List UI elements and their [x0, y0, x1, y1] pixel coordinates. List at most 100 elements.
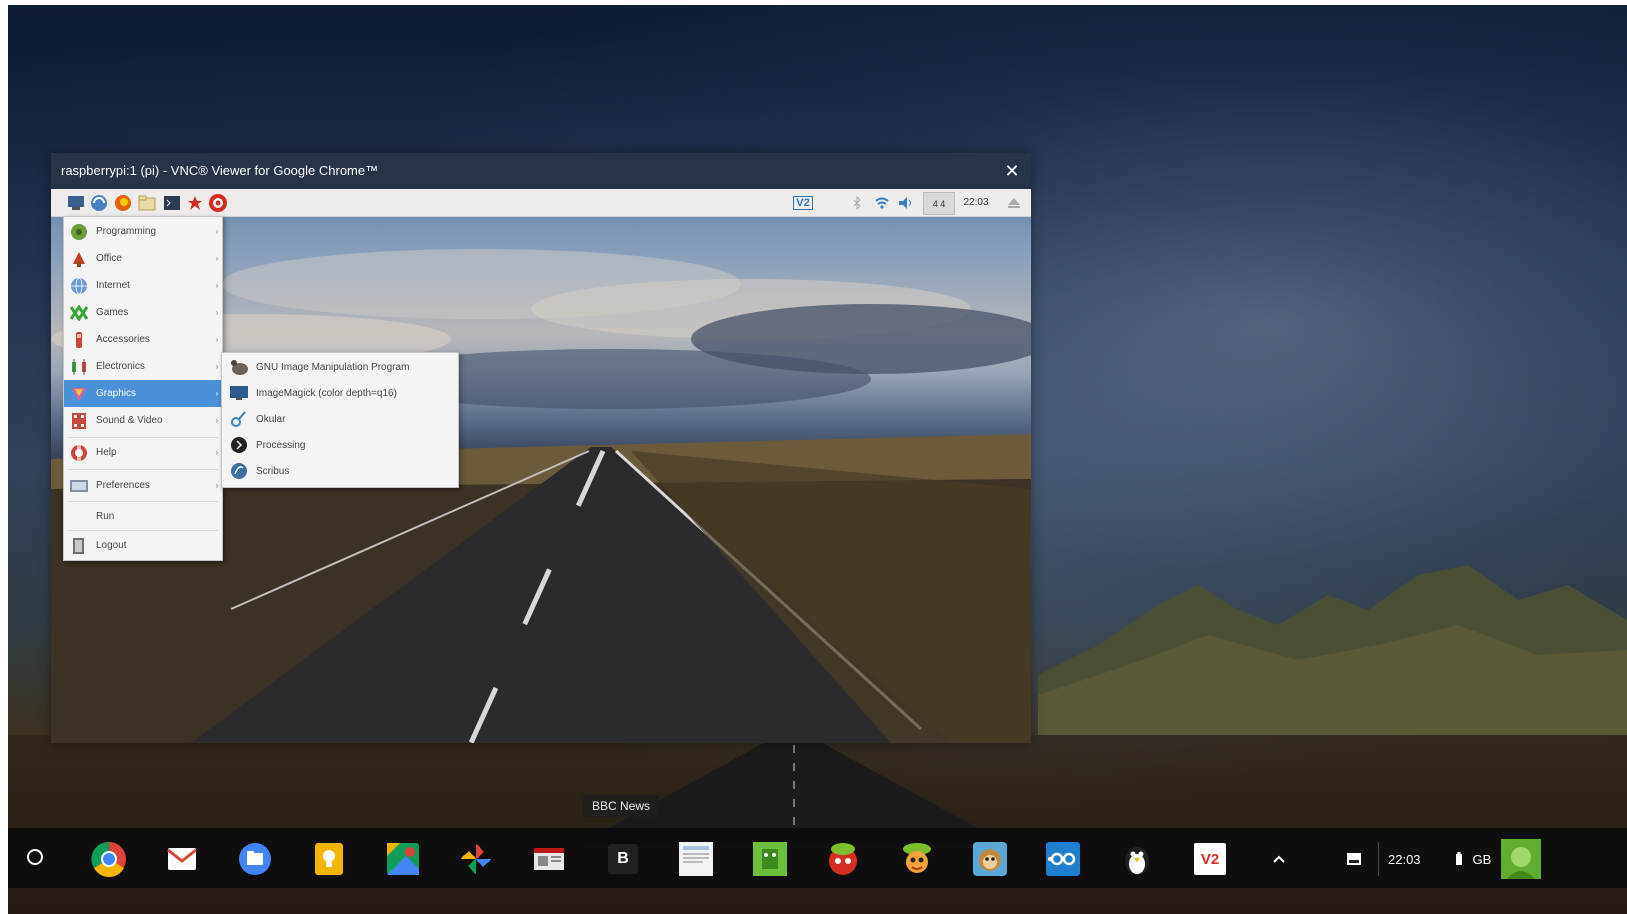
window-titlebar[interactable]: raspberrypi:1 (pi) - VNC® Viewer for Goo…: [51, 153, 1031, 189]
shelf-app-monkey-game[interactable]: [969, 838, 1011, 880]
volume-tray-button[interactable]: [897, 192, 915, 213]
gmail-icon: [167, 848, 197, 870]
run-icon-placeholder: [68, 506, 90, 528]
shelf-app-keep[interactable]: [308, 838, 350, 880]
graphics-submenu: GNU Image Manipulation Program ImageMagi…: [221, 352, 459, 488]
menu-item-sound-video[interactable]: Sound & Video ›: [64, 407, 222, 434]
submenu-item-imagemagick[interactable]: ImageMagick (color depth=q16): [222, 380, 458, 406]
shelf-overflow-button[interactable]: [1263, 838, 1295, 880]
battery-icon: [1455, 852, 1462, 865]
shelf-app-character-game[interactable]: [896, 838, 938, 880]
wifi-icon: [1430, 856, 1438, 864]
menu-separator: [68, 530, 218, 531]
submenu-item-label: Processing: [256, 439, 306, 451]
accessories-icon: [68, 329, 90, 351]
close-button[interactable]: ✕: [999, 158, 1025, 184]
keyboard-layout: GB: [1472, 851, 1492, 867]
menu-item-graphics[interactable]: Graphics ›: [64, 380, 222, 407]
menu-item-internet[interactable]: Internet ›: [64, 272, 222, 299]
scribus-icon: [228, 460, 250, 482]
menu-item-accessories[interactable]: Accessories ›: [64, 326, 222, 353]
menu-item-preferences[interactable]: Preferences ›: [64, 472, 222, 499]
shelf-app-red-game[interactable]: [822, 838, 864, 880]
vnc-viewer-icon: V2: [1194, 843, 1226, 875]
shelf-app-photos[interactable]: [455, 838, 497, 880]
chromeos-desktop: raspberrypi:1 (pi) - VNC® Viewer for Goo…: [8, 5, 1627, 914]
menu-separator: [68, 469, 218, 470]
mathematica-launcher[interactable]: [207, 192, 229, 213]
firefox-launcher[interactable]: [112, 192, 134, 213]
shelf-app-files[interactable]: [234, 838, 276, 880]
wolfram-launcher[interactable]: [184, 192, 206, 213]
vnc-tray-button[interactable]: V2: [791, 192, 815, 213]
bluetooth-icon: [853, 195, 861, 210]
infinity-app-icon: [1046, 842, 1080, 876]
shelf-app-green-game[interactable]: [749, 838, 791, 880]
file-manager-launcher[interactable]: [136, 192, 158, 213]
programming-icon: [68, 221, 90, 243]
graphics-icon: [68, 383, 90, 405]
wallpaper-mountains: [1038, 565, 1627, 735]
keyboard-icon: [1347, 853, 1361, 865]
menu-icon: [68, 195, 84, 210]
window-title: raspberrypi:1 (pi) - VNC® Viewer for Goo…: [61, 163, 379, 178]
imagemagick-icon: [228, 382, 250, 404]
b-app-glyph: B: [617, 850, 629, 867]
menu-item-logout[interactable]: Logout: [64, 532, 222, 559]
logout-icon: [68, 535, 90, 557]
menu-item-programming[interactable]: Programming ›: [64, 218, 222, 245]
menu-item-electronics[interactable]: Electronics ›: [64, 353, 222, 380]
shelf-app-maps[interactable]: [382, 838, 424, 880]
remote-desktop[interactable]: V2 4 4 22:03 Programming › Office › Inte…: [51, 189, 1031, 743]
shelf-app-gmail[interactable]: [161, 838, 203, 880]
internet-icon: [68, 275, 90, 297]
panel-clock[interactable]: 22:03: [959, 192, 993, 213]
shelf-app-infinity[interactable]: [1042, 838, 1084, 880]
status-time: 22:03: [1388, 851, 1421, 867]
lxde-panel: V2 4 4 22:03: [51, 189, 1031, 217]
wifi-tray-button[interactable]: [873, 192, 891, 213]
web-browser-launcher[interactable]: [88, 192, 110, 213]
b-app-icon: B: [608, 844, 638, 874]
cpu-monitor-text: 4 4: [932, 198, 946, 209]
help-icon: [68, 442, 90, 464]
terminal-launcher[interactable]: [161, 192, 183, 213]
menu-item-run[interactable]: Run: [64, 503, 222, 530]
eject-icon: [1008, 197, 1020, 208]
shelf-app-document[interactable]: [675, 838, 717, 880]
wifi-icon: [875, 197, 889, 209]
web-browser-icon: [91, 194, 107, 211]
submenu-item-gimp[interactable]: GNU Image Manipulation Program: [222, 354, 458, 380]
terminal-icon: [164, 195, 180, 210]
shelf-app-penguin[interactable]: [1116, 838, 1158, 880]
submenu-item-scribus[interactable]: Scribus: [222, 458, 458, 484]
menu-item-office[interactable]: Office ›: [64, 245, 222, 272]
cpu-monitor[interactable]: 4 4: [923, 192, 955, 215]
shelf-app-b[interactable]: B: [602, 838, 644, 880]
submenu-arrow-icon: ›: [215, 308, 219, 317]
submenu-item-okular[interactable]: Okular: [222, 406, 458, 432]
vnc-viewer-window: raspberrypi:1 (pi) - VNC® Viewer for Goo…: [51, 153, 1031, 743]
close-icon: ✕: [1004, 161, 1020, 181]
submenu-item-processing[interactable]: Processing: [222, 432, 458, 458]
gimp-icon: [228, 356, 250, 378]
menu-item-help[interactable]: Help ›: [64, 439, 222, 466]
firefox-icon: [115, 194, 131, 211]
document-app-icon: [679, 842, 713, 876]
app-launcher-button[interactable]: [22, 844, 48, 870]
submenu-arrow-icon: ›: [215, 254, 219, 263]
menu-separator: [68, 437, 218, 438]
chevron-up-icon: [1273, 855, 1285, 863]
shelf-app-vnc-viewer[interactable]: V2: [1189, 838, 1231, 880]
menu-item-label: Logout: [96, 540, 127, 551]
submenu-item-label: GNU Image Manipulation Program: [256, 361, 410, 373]
menu-item-games[interactable]: Games ›: [64, 299, 222, 326]
bluetooth-tray-button[interactable]: [849, 192, 865, 213]
main-menu-button[interactable]: [65, 192, 87, 213]
shelf-app-chrome[interactable]: [88, 838, 130, 880]
shelf-app-bbc-news[interactable]: [528, 838, 570, 880]
shelf-ime-button[interactable]: [1338, 838, 1370, 880]
eject-tray-button[interactable]: [1005, 192, 1023, 213]
panel-clock-text: 22:03: [963, 197, 989, 208]
status-tray[interactable]: 22:03 GB: [1388, 838, 1542, 880]
